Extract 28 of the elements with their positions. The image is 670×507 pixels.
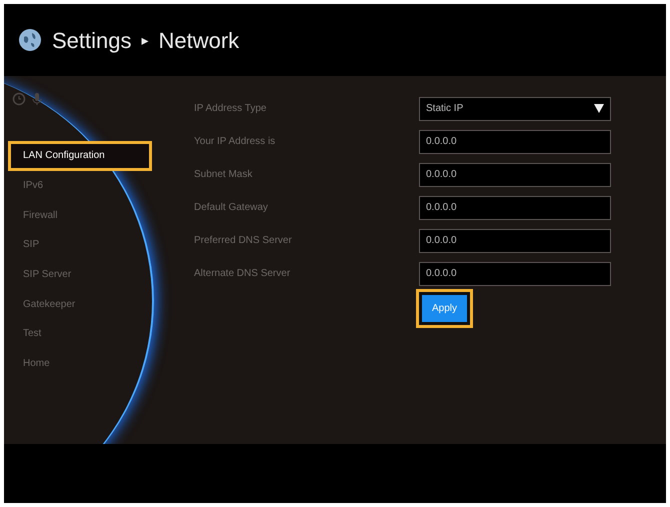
sidebar-item[interactable]: Home bbox=[8, 348, 152, 378]
dropdown-arrow-icon bbox=[594, 104, 604, 113]
field-label: Your IP Address is bbox=[194, 135, 276, 149]
sidebar-item[interactable]: Test bbox=[8, 319, 152, 349]
field-label: Default Gateway bbox=[194, 201, 269, 215]
sidebar-item[interactable]: SIP bbox=[8, 230, 152, 260]
breadcrumb-separator: ▸ bbox=[142, 30, 148, 50]
page-title: Network bbox=[158, 26, 240, 54]
sidebar-item[interactable]: Firewall bbox=[8, 200, 152, 230]
sidebar-item[interactable]: IPv6 bbox=[8, 170, 152, 200]
dropdown-value: Static IP bbox=[426, 102, 464, 116]
input-field[interactable]: 0.0.0.0 bbox=[419, 162, 611, 186]
input-field[interactable]: 0.0.0.0 bbox=[419, 228, 611, 252]
clock-icon bbox=[12, 92, 26, 106]
microphone-icon bbox=[32, 92, 42, 106]
field-label: Subnet Mask bbox=[194, 168, 254, 182]
field-label: IP Address Type bbox=[194, 102, 268, 116]
field-label: Alternate DNS Server bbox=[194, 267, 292, 281]
input-field[interactable]: 0.0.0.0 bbox=[419, 262, 611, 286]
field-label: Preferred DNS Server bbox=[194, 234, 293, 248]
sidebar-item[interactable]: SIP Server bbox=[8, 260, 152, 290]
apply-button[interactable]: Apply bbox=[419, 292, 470, 325]
input-field[interactable]: 0.0.0.0 bbox=[419, 196, 611, 220]
sidebar-item[interactable]: LAN Configuration bbox=[8, 141, 152, 171]
sidebar-item[interactable]: Gatekeeper bbox=[8, 289, 152, 320]
dropdown-field[interactable]: Static IP bbox=[419, 96, 611, 120]
globe-icon bbox=[18, 28, 42, 52]
input-field[interactable]: 0.0.0.0 bbox=[419, 130, 611, 154]
